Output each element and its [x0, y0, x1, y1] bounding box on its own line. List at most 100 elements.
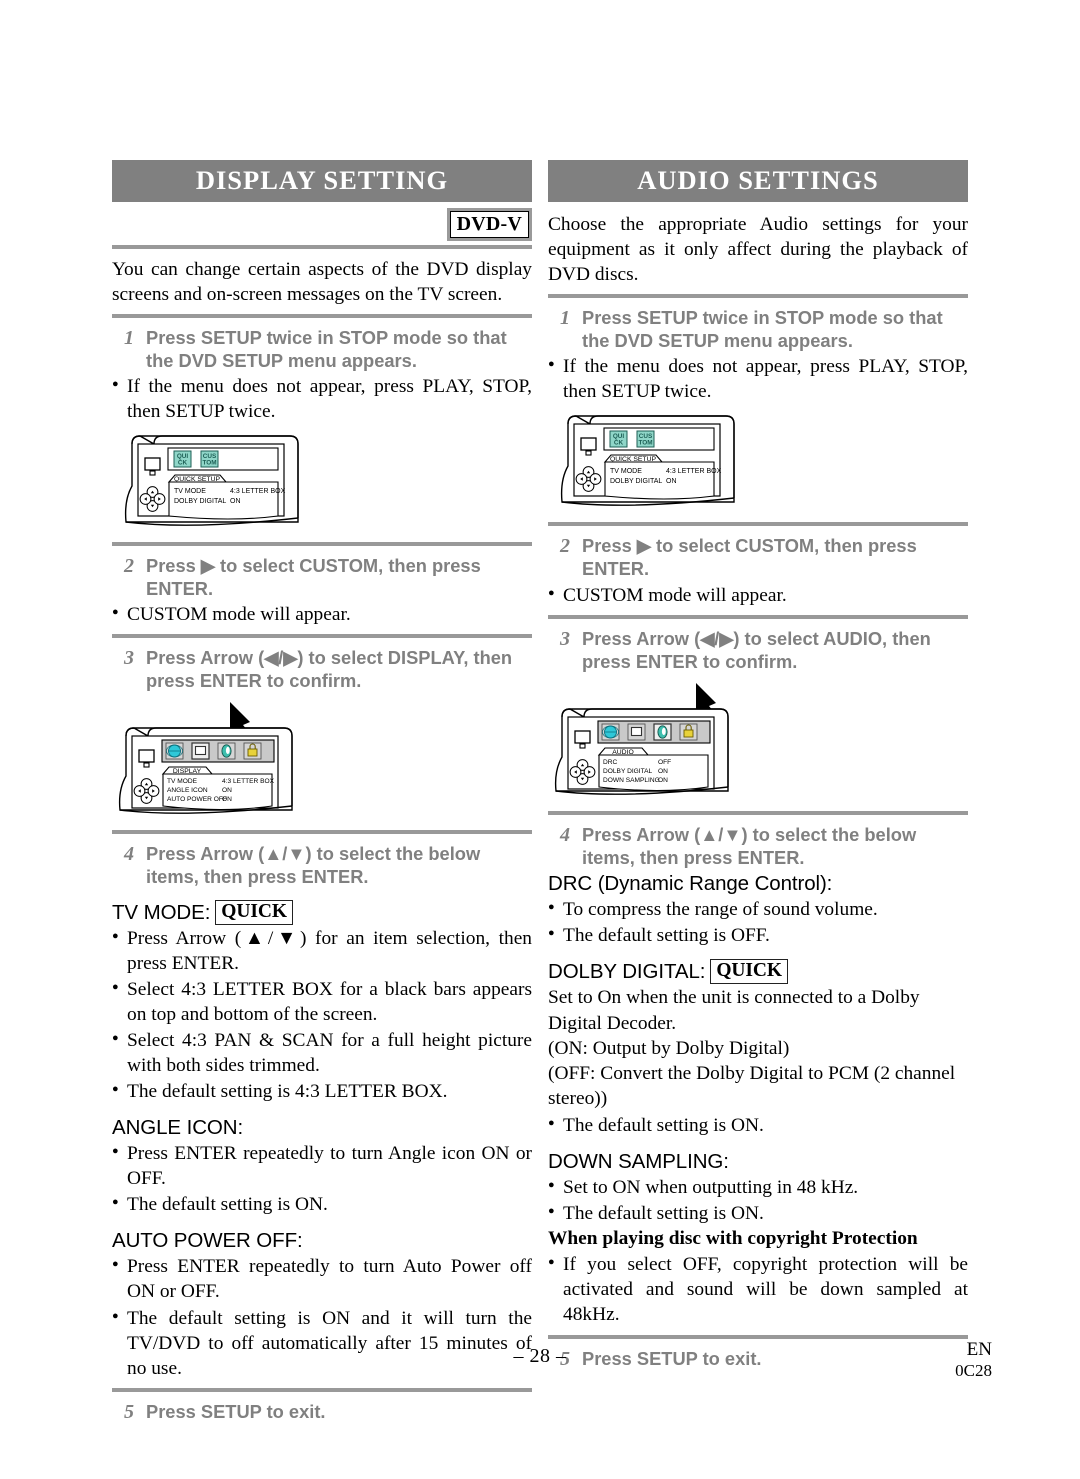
divider	[112, 244, 532, 249]
step-4: 4 Press Arrow (▲/▼) to select the below …	[548, 823, 968, 869]
step-2: 2 Press ▶ to select CUSTOM, then press E…	[112, 554, 532, 600]
angle-icon-label: ANGLE ICON:	[112, 1116, 244, 1140]
divider	[112, 542, 532, 547]
step-text: Press Arrow (▲/▼) to select the below it…	[146, 843, 481, 888]
step-text: Press SETUP twice in STOP mode so that t…	[582, 307, 943, 352]
step-1: 1 Press SETUP twice in STOP mode so that…	[112, 326, 532, 372]
quick-setup-svg: QUI CK CUS TOM QUICK SETUP TV MODE 4:3 L…	[560, 415, 735, 507]
step-3: 3 Press Arrow (◀/▶) to select DISPLAY, t…	[112, 646, 532, 692]
audio-menu-svg: AUDIO DRC OFF DOLBY DIGITAL ON DOWN SAMP…	[554, 682, 729, 795]
svg-text:DRC: DRC	[603, 759, 618, 766]
dolby-digital-label: DOLBY DIGITAL:	[548, 960, 706, 984]
lock-icon	[243, 742, 262, 760]
section-header-display-setting: DISPLAY SETTING	[112, 160, 532, 202]
dvd-v-badge-label: DVD-V	[449, 210, 529, 238]
display-icon	[191, 742, 210, 761]
dolby-bullet: The default setting is ON.	[548, 1113, 968, 1138]
down-sampling-bullet: The default setting is ON.	[548, 1201, 968, 1226]
step-3: 3 Press Arrow (◀/▶) to select AUDIO, the…	[548, 627, 968, 673]
svg-text:TV MODE: TV MODE	[610, 468, 642, 475]
divider	[548, 294, 968, 299]
auto-power-off-heading: AUTO POWER OFF:	[112, 1228, 532, 1253]
dolby-digital-heading: DOLBY DIGITAL: QUICK	[548, 958, 968, 985]
drc-heading: DRC (Dynamic Range Control):	[548, 871, 968, 896]
footer-doc-code: 0C28	[955, 1361, 992, 1381]
svg-text:4:3 LETTER BOX: 4:3 LETTER BOX	[230, 488, 286, 495]
svg-text:CK: CK	[178, 460, 188, 467]
step-4: 4 Press Arrow (▲/▼) to select the below …	[112, 842, 532, 888]
step-number: 2	[124, 555, 134, 578]
svg-text:4:3 LETTER BOX: 4:3 LETTER BOX	[222, 778, 275, 785]
manual-page: DISPLAY SETTING DVD-V You can change cer…	[0, 0, 1080, 1479]
lock-icon	[679, 723, 698, 741]
display-menu-svg: DISPLAY TV MODE 4:3 LETTER BOX ANGLE ICO…	[118, 702, 293, 815]
section-header-audio-settings: AUDIO SETTINGS	[548, 160, 968, 202]
step-text: Press ▶ to select CUSTOM, then press ENT…	[146, 555, 481, 600]
left-column: DISPLAY SETTING DVD-V You can change cer…	[112, 160, 532, 1427]
step-2-note: CUSTOM mode will appear.	[112, 602, 532, 627]
divider	[112, 314, 532, 319]
badge-row: DVD-V	[112, 202, 532, 241]
quick-setup-illustration-left: QUI CK CUS TOM QUICK SETUP TV MODE 4:3 L…	[112, 430, 532, 535]
step-2: 2 Press ▶ to select CUSTOM, then press E…	[548, 534, 968, 580]
divider	[112, 634, 532, 639]
quick-badge: QUICK	[215, 899, 293, 926]
custom-icon: CUS TOM	[636, 430, 655, 448]
display-menu-illustration: DISPLAY TV MODE 4:3 LETTER BOX ANGLE ICO…	[112, 698, 532, 823]
audio-icon	[217, 742, 236, 760]
step-1-note: If the menu does not appear, press PLAY,…	[548, 354, 968, 404]
svg-text:ON: ON	[222, 787, 232, 794]
auto-power-off-bullet: Press ENTER repeatedly to turn Auto Powe…	[112, 1254, 532, 1304]
audio-menu-illustration: AUDIO DRC OFF DOLBY DIGITAL ON DOWN SAMP…	[548, 679, 968, 804]
svg-text:TOM: TOM	[202, 460, 216, 467]
svg-text:AUTO POWER OFF: AUTO POWER OFF	[167, 796, 227, 803]
intro-paragraph: Choose the appropriate Audio settings fo…	[548, 213, 968, 286]
step-number: 3	[124, 647, 134, 670]
step-5: 5 Press SETUP to exit.	[112, 1400, 532, 1425]
step-number: 1	[124, 327, 134, 350]
dolby-line: (ON: Output by Dolby Digital)	[548, 1037, 790, 1059]
step-number: 3	[560, 627, 570, 650]
page-number: – 28 –	[513, 1345, 567, 1367]
footer-language: EN	[966, 1339, 992, 1360]
step-text: Press SETUP twice in STOP mode so that t…	[146, 327, 507, 372]
right-column: AUDIO SETTINGS Choose the appropriate Au…	[548, 160, 968, 1374]
dolby-line: Set to On when the unit is connected to …	[548, 987, 920, 1034]
dolby-line: (OFF: Convert the Dolby Digital to PCM (…	[548, 1063, 956, 1110]
auto-power-off-bullet: The default setting is ON and it will tu…	[112, 1306, 532, 1381]
step-1: 1 Press SETUP twice in STOP mode so that…	[548, 306, 968, 352]
tv-mode-heading: TV MODE: QUICK	[112, 899, 532, 926]
angle-icon-bullet: Press ENTER repeatedly to turn Angle ico…	[112, 1141, 532, 1191]
drc-label: DRC (Dynamic Range Control):	[548, 871, 833, 895]
angle-icon-bullet: The default setting is ON.	[112, 1192, 532, 1217]
audio-icon	[653, 723, 672, 741]
step-text: Press Arrow (◀/▶) to select DISPLAY, the…	[146, 647, 513, 692]
svg-text:CK: CK	[614, 440, 624, 447]
divider	[548, 614, 968, 619]
step-text: Press SETUP to exit.	[146, 1400, 326, 1422]
copyright-heading: When playing disc with copyright Protect…	[548, 1227, 918, 1249]
step-2-note: CUSTOM mode will appear.	[548, 583, 968, 608]
svg-text:DOLBY DIGITAL: DOLBY DIGITAL	[174, 498, 226, 505]
svg-text:TV MODE: TV MODE	[167, 778, 198, 785]
globe-icon	[601, 723, 620, 741]
svg-text:TV MODE: TV MODE	[174, 488, 206, 495]
angle-icon-heading: ANGLE ICON:	[112, 1115, 532, 1140]
tv-mode-bullet: Select 4:3 LETTER BOX for a black bars a…	[112, 977, 532, 1027]
globe-icon	[165, 742, 184, 760]
tv-mode-bullet: The default setting is 4:3 LETTER BOX.	[112, 1079, 532, 1104]
step-1-note: If the menu does not appear, press PLAY,…	[112, 374, 532, 424]
step-number: 4	[124, 843, 134, 866]
down-sampling-bullet: Set to ON when outputting in 48 kHz.	[548, 1175, 968, 1200]
divider	[112, 830, 532, 835]
svg-text:4:3 LETTER BOX: 4:3 LETTER BOX	[666, 468, 722, 475]
step-text: Press Arrow (◀/▶) to select AUDIO, then …	[582, 627, 931, 672]
svg-text:ON: ON	[230, 498, 241, 505]
svg-text:OFF: OFF	[658, 759, 671, 766]
drc-bullet: To compress the range of sound volume.	[548, 897, 968, 922]
quick-setup-illustration-right: QUI CK CUS TOM QUICK SETUP TV MODE 4:3 L…	[548, 410, 968, 515]
svg-text:ON: ON	[666, 478, 677, 485]
quick-icon: QUI CK	[173, 450, 192, 468]
svg-text:DOLBY DIGITAL: DOLBY DIGITAL	[603, 768, 653, 775]
down-sampling-label: DOWN SAMPLING:	[548, 1149, 729, 1173]
